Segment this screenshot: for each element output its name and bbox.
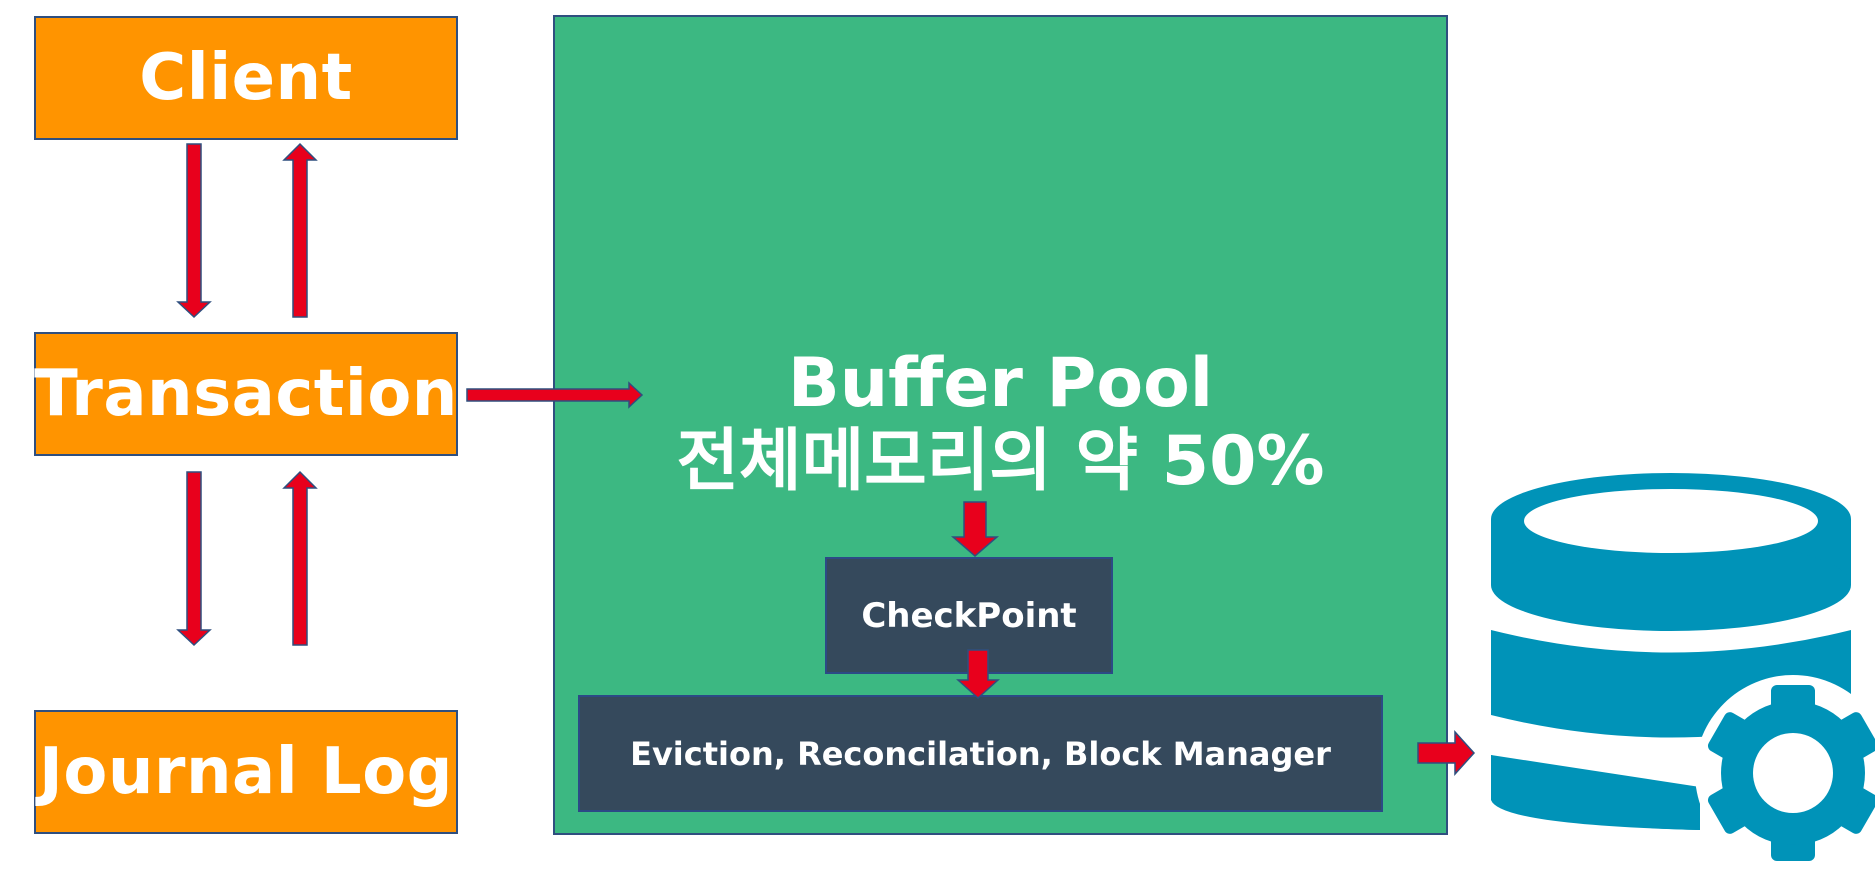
database-top-ring: [1524, 489, 1818, 553]
database-gear-icon: [1491, 473, 1875, 871]
diagram-canvas: Client Transaction Journal Log Buffer Po…: [0, 0, 1875, 878]
database-bottom-band: [1491, 755, 1700, 830]
